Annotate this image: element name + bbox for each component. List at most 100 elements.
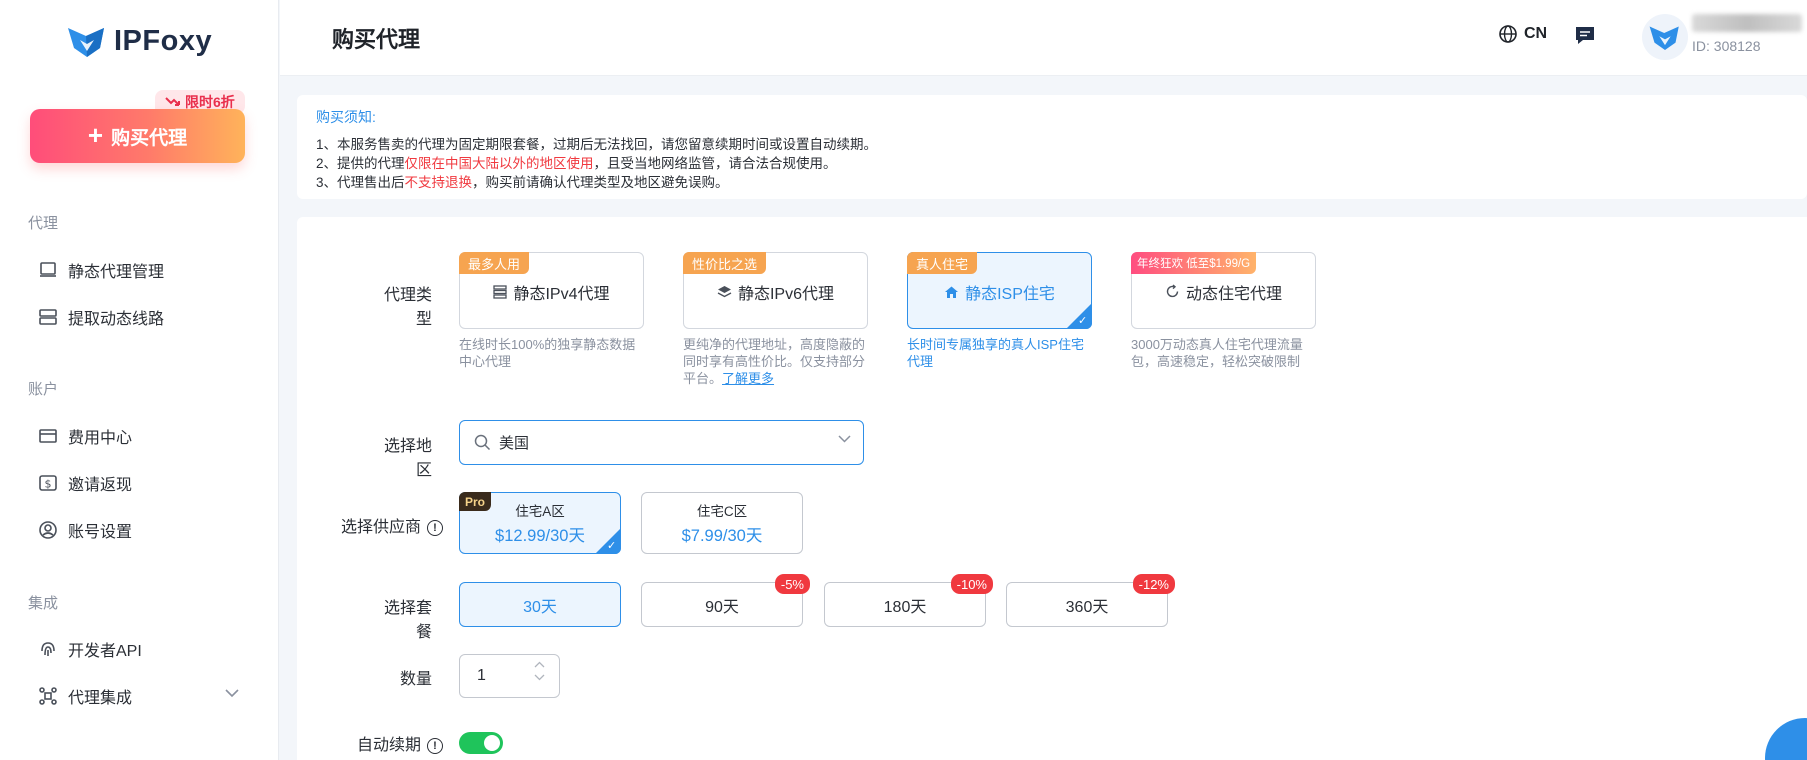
notice-text: ，且受当地网络监管，请合法合规使用。 [593, 156, 837, 171]
fox-logo-icon [68, 28, 104, 57]
sidebar-item-account-settings[interactable]: 账号设置 [38, 518, 132, 542]
message-icon[interactable] [1574, 24, 1596, 46]
svg-text:$: $ [45, 478, 52, 491]
server-icon [493, 284, 508, 299]
supplier-label: 选择供应商! [331, 513, 443, 537]
region-value: 美国 [499, 435, 530, 452]
chevron-down-icon[interactable] [534, 674, 545, 681]
chevron-down-icon[interactable] [225, 689, 239, 698]
purchase-notice: 购买须知: 1、本服务售卖的代理为固定期限套餐，过期后无法找回，请您留意续期时间… [297, 95, 1807, 199]
proxy-type-desc: 长时间专属独享的真人ISP住宅代理 [907, 337, 1084, 369]
proxy-type-isp[interactable]: 真人住宅 静态ISP住宅 ✓ [907, 252, 1092, 329]
sidebar: IPFoxy 限时6折 + 购买代理 代理 静态代理管理 提取动态线路 账户 费… [0, 0, 279, 760]
discount-badge: -5% [774, 574, 810, 594]
avatar[interactable] [1642, 14, 1688, 60]
selected-check-icon: ✓ [1066, 303, 1092, 329]
section-title-proxy: 代理 [28, 215, 59, 232]
supplier-label-text: 选择供应商 [340, 519, 421, 536]
logo[interactable]: IPFoxy [66, 24, 212, 58]
plan-option-30[interactable]: 30天 [459, 582, 621, 627]
notice-line-2: 2、提供的代理仅限在中国大陆以外的地区使用，且受当地网络监管，请合法合规使用。 [316, 152, 837, 172]
plus-icon: + [87, 120, 104, 150]
page-title: 购买代理 [332, 27, 421, 52]
sidebar-item-developer-api[interactable]: 开发者API [38, 637, 142, 661]
section-title-integration: 集成 [28, 595, 59, 612]
sidebar-item-label: 静态代理管理 [68, 264, 165, 281]
notice-line-1: 1、本服务售卖的代理为固定期限套餐，过期后无法找回，请您留意续期时间或设置自动续… [316, 137, 878, 152]
supplier-price: $7.99/30天 [681, 527, 763, 545]
notice-line-3: 3、代理售出后不支持退换，购买前请确认代理类型及地区避免误购。 [316, 171, 729, 191]
learn-more-link[interactable]: 了解更多 [722, 371, 774, 386]
language-switcher[interactable]: CN [1498, 24, 1547, 44]
supplier-option-a[interactable]: Pro 住宅A区 $12.99/30天 ✓ [459, 492, 621, 554]
region-label: 选择地区 [383, 438, 432, 479]
user-circle-icon [39, 521, 57, 539]
sidebar-item-label: 代理集成 [68, 690, 133, 707]
plan-option-label: 30天 [523, 598, 557, 616]
plan-option-360[interactable]: 360天 -12% [1006, 574, 1175, 627]
proxy-type-ipv4[interactable]: 最多人用 静态IPv4代理 [459, 252, 644, 329]
plan-option-label: 180天 [883, 598, 927, 616]
sidebar-item-label: 邀请返现 [68, 477, 133, 494]
home-icon [945, 286, 959, 298]
notice-text: 3、代理售出后 [316, 175, 405, 190]
supplier-option-c[interactable]: 住宅C区 $7.99/30天 [641, 492, 803, 554]
plan-option-90[interactable]: 90天 -5% [641, 574, 810, 627]
brand-name: IPFoxy [114, 24, 213, 57]
discount-badge: -10% [950, 574, 993, 594]
info-icon[interactable]: ! [427, 519, 443, 536]
proxy-type-label: 代理类型 [383, 287, 432, 328]
user-id: ID: 308128 [1692, 38, 1761, 54]
proxy-type-tag: 最多人用 [459, 252, 530, 274]
layers-icon [717, 285, 732, 297]
supplier-name: 住宅C区 [696, 504, 748, 519]
user-name-redacted [1692, 14, 1802, 32]
plan-option-180[interactable]: 180天 -10% [824, 574, 993, 627]
integration-icon [39, 687, 57, 705]
auto-renew-toggle[interactable] [459, 732, 503, 754]
sidebar-item-billing[interactable]: 费用中心 [38, 424, 132, 448]
auto-renew-label-text: 自动续期 [356, 737, 421, 754]
proxy-type-name: 静态IPv4代理 [513, 285, 610, 303]
notice-highlight: 不支持退换 [404, 175, 473, 190]
sidebar-item-label: 费用中心 [68, 430, 133, 447]
sidebar-item-proxy-integration[interactable]: 代理集成 [38, 684, 132, 708]
auto-renew-label: 自动续期! [345, 731, 443, 755]
billing-icon [39, 429, 57, 443]
plan-option-label: 360天 [1065, 598, 1109, 616]
discount-badge: -12% [1132, 574, 1175, 594]
proxy-type-tag: 真人住宅 [907, 252, 978, 274]
sidebar-item-dynamic-lines[interactable]: 提取动态线路 [38, 305, 164, 329]
quantity-arrows[interactable] [534, 661, 545, 681]
buy-proxy-label: 购买代理 [111, 127, 188, 149]
chevron-up-icon[interactable] [534, 661, 545, 668]
buy-proxy-button[interactable]: + 购买代理 [30, 109, 245, 163]
section-title-account: 账户 [28, 381, 59, 398]
proxy-type-tag: 年终狂欢 低至$1.99/G [1131, 252, 1257, 274]
sidebar-item-label: 账号设置 [68, 524, 133, 541]
proxy-type-dynamic[interactable]: 年终狂欢 低至$1.99/G 动态住宅代理 [1131, 252, 1316, 329]
selected-check-icon: ✓ [595, 528, 621, 554]
top-header: 购买代理 CN ID: 308128 [280, 0, 1807, 76]
supplier-price: $12.99/30天 [495, 527, 585, 545]
fox-avatar-icon [1649, 26, 1679, 50]
proxy-type-name: 动态住宅代理 [1185, 285, 1282, 303]
search-icon [474, 434, 491, 451]
sidebar-item-static-proxy[interactable]: 静态代理管理 [38, 258, 164, 282]
laptop-icon [40, 262, 56, 277]
region-select[interactable]: 美国 [459, 420, 864, 465]
info-icon[interactable]: ! [427, 737, 443, 754]
proxy-type-desc: 3000万动态真人住宅代理流量包，高速稳定，轻松突破限制 [1131, 337, 1303, 369]
chevron-down-icon [838, 435, 851, 443]
pro-badge: Pro [459, 492, 492, 511]
proxy-type-name: 静态IPv6代理 [737, 285, 835, 303]
proxy-type-desc: 在线时长100%的独享静态数据中心代理 [459, 337, 636, 369]
trend-down-icon [165, 97, 180, 106]
proxy-type-ipv6[interactable]: 性价比之选 静态IPv6代理 [683, 252, 868, 329]
sidebar-item-referral[interactable]: $ 邀请返现 [38, 471, 132, 495]
supplier-name: 住宅A区 [515, 504, 565, 519]
plan-option-label: 90天 [705, 598, 739, 616]
globe-icon [1499, 25, 1517, 43]
quantity-label: 数量 [399, 671, 432, 688]
refresh-icon [1166, 284, 1179, 298]
